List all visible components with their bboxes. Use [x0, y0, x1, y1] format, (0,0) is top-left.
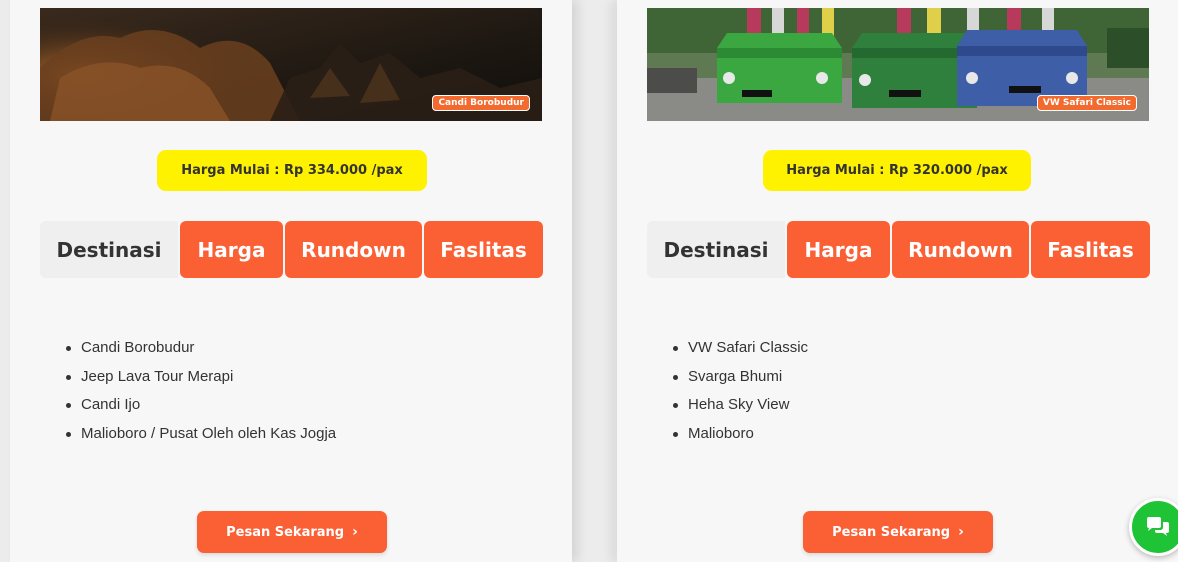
cta-label: Pesan Sekarang — [226, 524, 345, 540]
bullet-icon — [66, 431, 71, 437]
price-badge: Harga Mulai : Rp 334.000 /pax — [157, 150, 427, 191]
tab-destinasi[interactable]: Destinasi — [40, 221, 178, 278]
price-badge: Harga Mulai : Rp 320.000 /pax — [763, 150, 1031, 191]
list-item: VW Safari Classic — [669, 338, 808, 367]
chat-bubbles-icon — [1147, 517, 1169, 536]
tab-harga[interactable]: Harga — [787, 221, 890, 278]
list-item: Jeep Lava Tour Merapi — [62, 367, 336, 396]
list-item: Candi Ijo — [62, 395, 336, 424]
tour-tabs: Destinasi Harga Rundown Faslitas — [40, 221, 543, 278]
tab-harga[interactable]: Harga — [180, 221, 283, 278]
list-item: Svarga Bhumi — [669, 367, 808, 396]
page: Candi Borobudur Harga Mulai : Rp 334.000… — [0, 0, 1178, 562]
chevron-right-icon: › — [958, 524, 964, 540]
tab-rundown[interactable]: Rundown — [285, 221, 422, 278]
bullet-icon — [673, 431, 678, 437]
bullet-icon — [66, 403, 71, 408]
list-item: Malioboro — [669, 424, 808, 453]
pesan-sekarang-button[interactable]: Pesan Sekarang › — [803, 511, 993, 553]
bullet-icon — [673, 403, 678, 408]
tab-destinasi[interactable]: Destinasi — [647, 221, 785, 278]
tab-fasilitas[interactable]: Faslitas — [424, 221, 543, 278]
tour-card-borobudur: Candi Borobudur Harga Mulai : Rp 334.000… — [10, 0, 572, 562]
chevron-right-icon: › — [352, 524, 358, 540]
chat-button[interactable] — [1129, 498, 1178, 556]
destination-list: VW Safari Classic Svarga Bhumi Heha Sky … — [669, 338, 808, 452]
pesan-sekarang-button[interactable]: Pesan Sekarang › — [197, 511, 387, 553]
tour-tabs: Destinasi Harga Rundown Faslitas — [647, 221, 1150, 278]
bullet-icon — [673, 346, 678, 351]
list-item: Malioboro / Pusat Oleh oleh Kas Jogja — [62, 424, 336, 453]
list-item: Heha Sky View — [669, 395, 808, 424]
list-item: Candi Borobudur — [62, 338, 336, 367]
tour-image-vw-safari: VW Safari Classic — [647, 8, 1149, 121]
tab-fasilitas[interactable]: Faslitas — [1031, 221, 1150, 278]
bullet-icon — [66, 346, 71, 351]
tab-rundown[interactable]: Rundown — [892, 221, 1029, 278]
bullet-icon — [673, 374, 678, 380]
tour-image-caption: Candi Borobudur — [432, 95, 530, 111]
bullet-icon — [66, 374, 71, 380]
tour-image-borobudur: Candi Borobudur — [40, 8, 542, 121]
cta-label: Pesan Sekarang — [832, 524, 951, 540]
destination-list: Candi Borobudur Jeep Lava Tour Merapi Ca… — [62, 338, 336, 452]
tour-card-vw-safari: VW Safari Classic Harga Mulai : Rp 320.0… — [617, 0, 1178, 562]
tour-image-caption: VW Safari Classic — [1036, 95, 1137, 111]
